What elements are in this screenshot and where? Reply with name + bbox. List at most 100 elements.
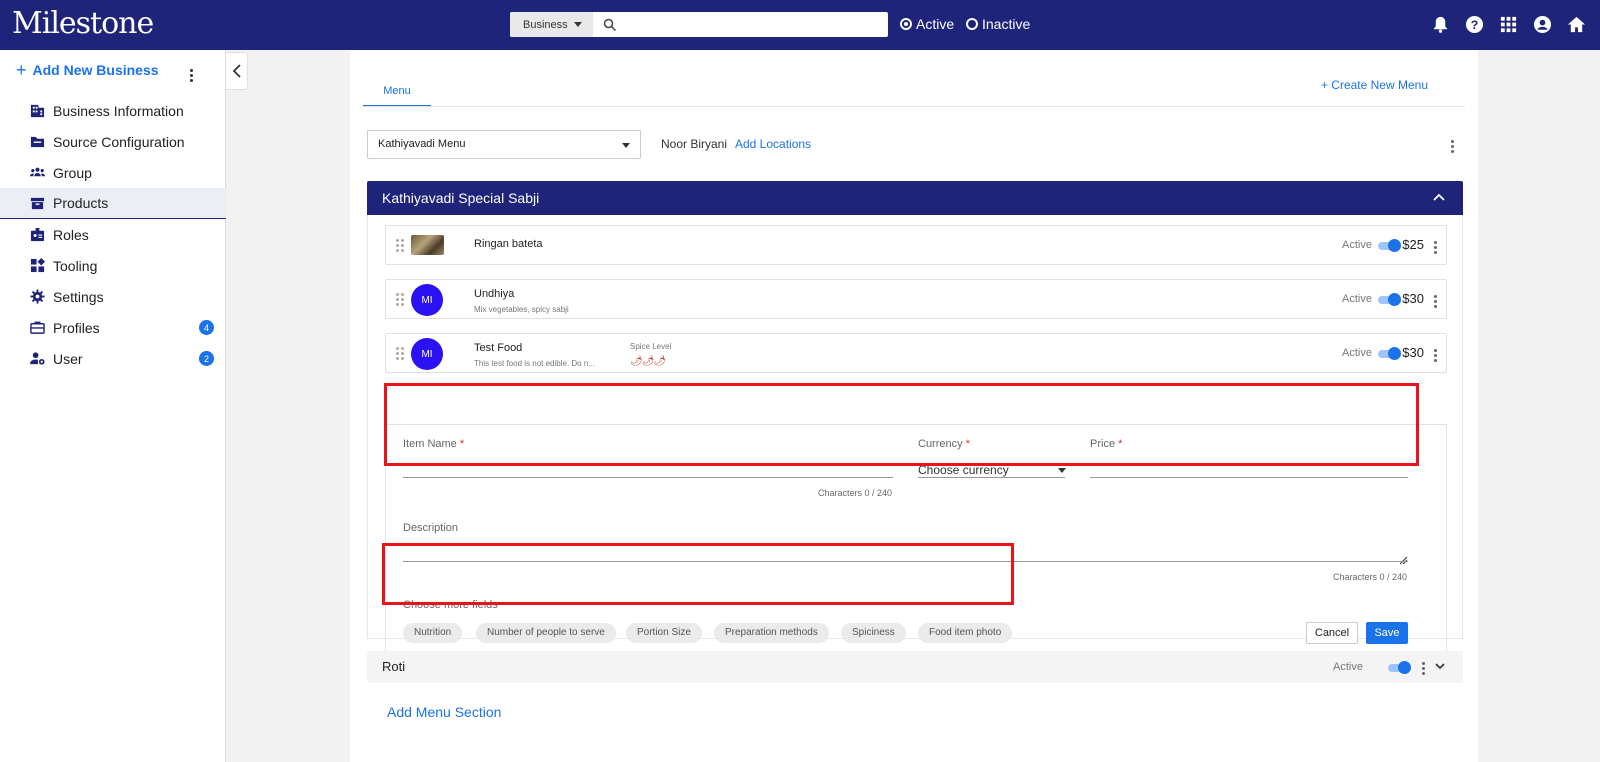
add-locations-link[interactable]: Add Locations <box>735 137 811 151</box>
archive-icon <box>30 197 45 209</box>
location-name: Noor Biryani <box>661 137 728 151</box>
section-title: Roti <box>382 659 406 674</box>
menu-section-collapsed[interactable]: Roti Active <box>367 651 1463 683</box>
add-new-business-label: Add New Business <box>32 62 159 78</box>
add-new-business-button[interactable]: + Add New Business <box>16 61 159 79</box>
item-price: $25 <box>1402 237 1424 252</box>
item-price: $30 <box>1402 345 1424 360</box>
chevron-up-icon[interactable] <box>1433 193 1445 201</box>
apps-grid-icon[interactable] <box>1499 15 1518 34</box>
sidebar-item-label: User <box>53 350 83 367</box>
item-description: Mix vegetables, spicy sabji <box>474 305 569 314</box>
filter-active-label: Active <box>916 16 955 32</box>
sidebar-item-products[interactable]: Products <box>0 188 226 219</box>
item-active-toggle[interactable] <box>1378 239 1401 252</box>
briefcase-icon <box>30 321 45 334</box>
top-bar: Milestone Business Active Inactive ? <box>0 0 1600 50</box>
logo[interactable]: Milestone <box>12 6 154 41</box>
sidebar-item-profiles[interactable]: Profiles 4 <box>0 312 226 343</box>
sidebar-item-settings[interactable]: Settings <box>0 281 226 312</box>
sidebar-item-roles[interactable]: Roles <box>0 219 226 250</box>
search-scope-label: Business <box>523 18 568 31</box>
section-active-toggle[interactable] <box>1388 661 1411 674</box>
folder-icon <box>30 136 45 148</box>
sidebar-item-label: Business Information <box>53 102 184 119</box>
item-description: This test food is not edible. Do n... <box>474 359 595 368</box>
chip-nutrition[interactable]: Nutrition <box>403 623 463 643</box>
item-more-icon[interactable] <box>1434 241 1437 254</box>
item-active-toggle[interactable] <box>1378 347 1401 360</box>
item-name: Ringan bateta <box>474 238 543 250</box>
search-bar: Business <box>510 12 888 37</box>
sidebar-more-icon[interactable] <box>190 69 193 82</box>
svg-text:?: ? <box>1471 18 1479 32</box>
drag-handle-icon[interactable] <box>396 293 404 306</box>
plus-icon: + <box>1320 78 1328 92</box>
add-menu-section-link[interactable]: Add Menu Section <box>387 704 501 720</box>
chili-pepper-icon: 🌶🌶🌶 <box>630 356 666 367</box>
list-item[interactable]: MI Test Food This test food is not edibl… <box>385 333 1447 373</box>
filter-inactive-radio[interactable]: Inactive <box>966 16 1030 32</box>
filter-active-radio[interactable]: Active <box>900 16 954 32</box>
account-icon[interactable] <box>1533 15 1552 34</box>
bell-icon[interactable] <box>1431 15 1450 34</box>
top-icons: ? <box>1431 15 1586 34</box>
drag-handle-icon[interactable] <box>396 239 404 252</box>
drag-handle-icon[interactable] <box>396 347 404 360</box>
item-status: Active <box>1342 239 1372 251</box>
search-input[interactable] <box>623 14 888 35</box>
list-item[interactable]: MI Undhiya Mix vegetables, spicy sabji A… <box>385 279 1447 319</box>
menu-section-header[interactable]: Kathiyavadi Special Sabji <box>367 181 1463 215</box>
sidebar-item-source-configuration[interactable]: Source Configuration <box>0 126 226 157</box>
item-name: Undhiya <box>474 288 515 300</box>
chevron-down-icon[interactable] <box>1435 663 1445 670</box>
help-icon[interactable]: ? <box>1465 15 1484 34</box>
collapse-sidebar-button[interactable] <box>226 52 248 90</box>
item-name: Test Food <box>474 342 523 354</box>
currency-underline <box>918 477 1065 478</box>
sidebar-item-tooling[interactable]: Tooling <box>0 250 226 281</box>
item-price: $30 <box>1402 291 1424 306</box>
item-more-icon[interactable] <box>1434 349 1437 362</box>
chip-people-to-serve[interactable]: Number of people to serve <box>476 623 616 643</box>
chip-spiciness[interactable]: Spiciness <box>841 623 906 643</box>
item-status: Active <box>1342 293 1372 305</box>
highlight-box-more-fields <box>382 543 1014 605</box>
tab-menu[interactable]: Menu <box>363 80 431 107</box>
home-icon[interactable] <box>1567 15 1586 34</box>
section-status: Active <box>1333 661 1363 673</box>
caret-down-icon <box>1058 468 1066 473</box>
user-count-badge: 2 <box>199 351 214 366</box>
sidebar-item-label: Group <box>53 164 92 181</box>
section-more-icon[interactable] <box>1422 662 1425 675</box>
sidebar-item-user[interactable]: User 2 <box>0 343 226 374</box>
sidebar-item-label: Settings <box>53 288 104 305</box>
search-icon <box>603 18 617 31</box>
radio-unchecked-icon <box>966 18 978 30</box>
chip-food-item-photo[interactable]: Food item photo <box>918 623 1013 643</box>
group-icon <box>30 167 45 177</box>
item-active-toggle[interactable] <box>1378 293 1401 306</box>
menu-select[interactable]: Kathiyavadi Menu <box>367 130 641 159</box>
spice-level-label: Spice Level <box>630 342 672 351</box>
cancel-button[interactable]: Cancel <box>1306 622 1358 644</box>
main-panel: Menu + Create New Menu Kathiyavadi Menu … <box>350 50 1478 762</box>
item-name-underline <box>403 477 893 478</box>
item-status: Active <box>1342 347 1372 359</box>
menu-more-icon[interactable] <box>1451 140 1454 153</box>
create-new-menu-label: Create New Menu <box>1331 78 1428 92</box>
item-more-icon[interactable] <box>1434 295 1437 308</box>
list-item[interactable]: Ringan bateta Active $25 <box>385 225 1447 265</box>
create-new-menu-button[interactable]: + Create New Menu <box>1321 78 1428 92</box>
search-scope-dropdown[interactable]: Business <box>510 12 593 37</box>
sidebar-item-business-information[interactable]: Business Information <box>0 95 226 126</box>
caret-down-icon <box>622 143 630 148</box>
radio-checked-icon <box>900 18 912 30</box>
save-button[interactable]: Save <box>1366 622 1408 644</box>
building-icon <box>30 104 45 118</box>
user-cog-icon <box>30 352 45 365</box>
sidebar-item-group[interactable]: Group <box>0 157 226 188</box>
chip-preparation-methods[interactable]: Preparation methods <box>714 623 829 643</box>
chevron-left-icon <box>232 64 241 78</box>
chip-portion-size[interactable]: Portion Size <box>626 623 702 643</box>
